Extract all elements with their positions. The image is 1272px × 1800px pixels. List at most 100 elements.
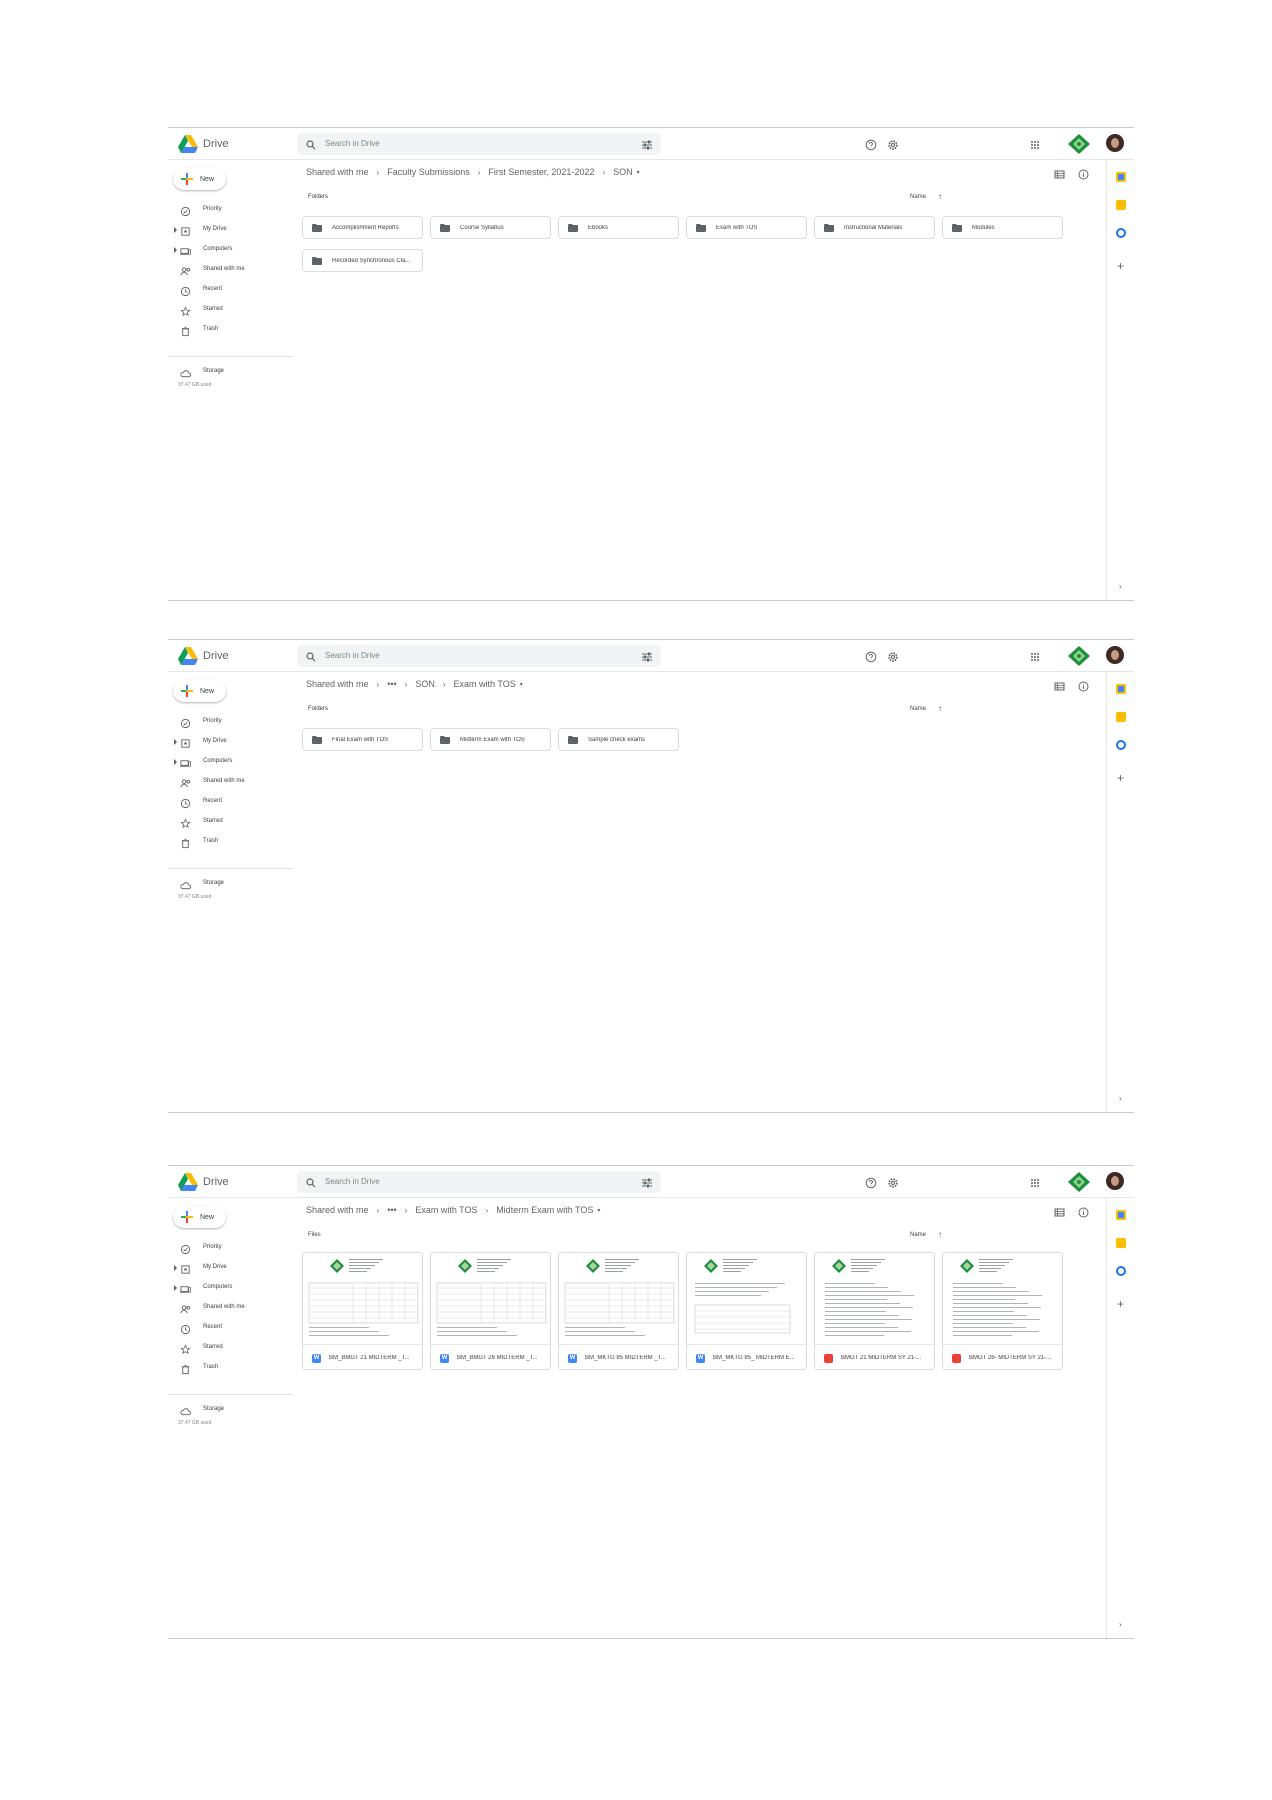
sort-by-name-button[interactable]: Name [910,194,926,200]
breadcrumb-item[interactable]: Shared with me [306,167,369,177]
file-item[interactable]: W BM_BMGT 26 MIDTERM _T... [430,1252,551,1370]
sidebar-item-computers[interactable]: Computers [168,1278,296,1298]
sort-by-name-button[interactable]: Name [910,706,926,712]
apps-grid-icon[interactable] [1029,650,1041,662]
sidebar-item-starred[interactable]: Starred [168,1338,296,1358]
new-button[interactable]: New [173,1206,226,1228]
organization-logo-icon[interactable] [1068,1172,1090,1192]
folder-item[interactable]: Sample check exams [558,728,679,751]
expand-arrow-icon[interactable] [174,247,177,253]
file-item[interactable]: BMGT 26- MIDTERM SY 21-... [942,1252,1063,1370]
settings-gear-icon[interactable] [887,138,899,150]
account-avatar[interactable] [1106,1172,1124,1190]
search-bar[interactable]: Search in Drive [297,1171,661,1193]
drive-logo[interactable]: Drive [178,1172,278,1192]
breadcrumb-item[interactable]: Shared with me [306,1205,369,1215]
folder-item[interactable]: Recorded Synchronous Cla... [302,249,423,272]
folder-item[interactable]: Exam with TOS [686,216,807,239]
breadcrumb-item[interactable]: Exam with TOS [415,1205,477,1215]
search-input[interactable]: Search in Drive [325,1177,380,1186]
calendar-icon[interactable] [1116,684,1126,694]
sidebar-item-starred[interactable]: Starred [168,300,296,320]
add-addon-icon[interactable]: + [1117,772,1124,784]
settings-gear-icon[interactable] [887,650,899,662]
account-avatar[interactable] [1106,646,1124,664]
sidebar-item-storage[interactable]: Storage [168,1400,296,1420]
sidebar-item-computers[interactable]: Computers [168,240,296,260]
breadcrumb-item[interactable]: Exam with TOS [454,679,516,689]
settings-gear-icon[interactable] [887,1176,899,1188]
keep-icon[interactable] [1116,200,1126,210]
add-addon-icon[interactable]: + [1117,1298,1124,1310]
sidebar-item-starred[interactable]: Starred [168,812,296,832]
sidebar-item-priority[interactable]: Priority [168,712,296,732]
folder-item[interactable]: Midterm Exam with TOS [430,728,551,751]
folder-item[interactable]: Accomplishment Reports [302,216,423,239]
breadcrumb-item[interactable]: SON [613,167,633,177]
search-icon[interactable] [305,1176,317,1188]
drive-logo[interactable]: Drive [178,646,278,666]
breadcrumb-item[interactable]: ••• [387,679,396,689]
new-button[interactable]: New [173,680,226,702]
list-view-icon[interactable] [1054,679,1065,691]
sidebar-item-priority[interactable]: Priority [168,1238,296,1258]
expand-arrow-icon[interactable] [174,759,177,765]
sidebar-item-recent[interactable]: Recent [168,1318,296,1338]
sidebar-item-storage[interactable]: Storage [168,362,296,382]
search-options-icon[interactable] [641,138,653,150]
drive-logo[interactable]: Drive [178,134,278,154]
breadcrumb-item[interactable]: ••• [387,1205,396,1215]
expand-arrow-icon[interactable] [174,1265,177,1271]
breadcrumb-item[interactable]: Faculty Submissions [387,167,470,177]
search-bar[interactable]: Search in Drive [297,133,661,155]
tasks-icon[interactable] [1116,1266,1126,1276]
search-icon[interactable] [305,138,317,150]
apps-grid-icon[interactable] [1029,138,1041,150]
sidebar-item-my-drive[interactable]: My Drive [168,732,296,752]
help-icon[interactable] [865,1176,877,1189]
breadcrumb-item[interactable]: SON [415,679,435,689]
expand-arrow-icon[interactable] [174,227,177,233]
expand-panel-icon[interactable]: › [1119,1094,1122,1103]
search-input[interactable]: Search in Drive [325,139,380,148]
search-bar[interactable]: Search in Drive [297,645,661,667]
sidebar-item-trash[interactable]: Trash [168,320,296,340]
dropdown-caret-icon[interactable]: ▾ [637,169,640,176]
breadcrumb-item[interactable]: Midterm Exam with TOS [496,1205,593,1215]
folder-item[interactable]: Final Exam with TOS [302,728,423,751]
search-icon[interactable] [305,650,317,662]
sidebar-item-storage[interactable]: Storage [168,874,296,894]
list-view-icon[interactable] [1054,167,1065,179]
search-options-icon[interactable] [641,650,653,662]
sidebar-item-trash[interactable]: Trash [168,1358,296,1378]
new-button[interactable]: New [173,168,226,190]
sidebar-item-shared-with-me[interactable]: Shared with me [168,260,296,280]
calendar-icon[interactable] [1116,172,1126,182]
expand-panel-icon[interactable]: › [1119,1620,1122,1629]
sidebar-item-shared-with-me[interactable]: Shared with me [168,772,296,792]
file-item[interactable]: W BM_MKTG 85_ MIDTERM E... [686,1252,807,1370]
sidebar-item-trash[interactable]: Trash [168,832,296,852]
info-icon[interactable] [1078,167,1089,180]
dropdown-caret-icon[interactable]: ▾ [597,1207,600,1214]
search-input[interactable]: Search in Drive [325,651,380,660]
sidebar-item-shared-with-me[interactable]: Shared with me [168,1298,296,1318]
list-view-icon[interactable] [1054,1205,1065,1217]
help-icon[interactable] [865,138,877,151]
sidebar-item-computers[interactable]: Computers [168,752,296,772]
tasks-icon[interactable] [1116,740,1126,750]
add-addon-icon[interactable]: + [1117,260,1124,272]
apps-grid-icon[interactable] [1029,1176,1041,1188]
sort-by-name-button[interactable]: Name [910,1232,926,1238]
sort-arrow-up-icon[interactable]: ↑ [938,1230,942,1239]
file-item[interactable]: W BM_BMGT 21 MIDTERM _T... [302,1252,423,1370]
search-options-icon[interactable] [641,1176,653,1188]
tasks-icon[interactable] [1116,228,1126,238]
organization-logo-icon[interactable] [1068,134,1090,154]
file-item[interactable]: BMGT 21 MIDTERM SY 21-... [814,1252,935,1370]
folder-item[interactable]: Course Syllabus [430,216,551,239]
folder-item[interactable]: Modules [942,216,1063,239]
sort-arrow-up-icon[interactable]: ↑ [938,192,942,201]
sidebar-item-recent[interactable]: Recent [168,280,296,300]
expand-panel-icon[interactable]: › [1119,582,1122,591]
